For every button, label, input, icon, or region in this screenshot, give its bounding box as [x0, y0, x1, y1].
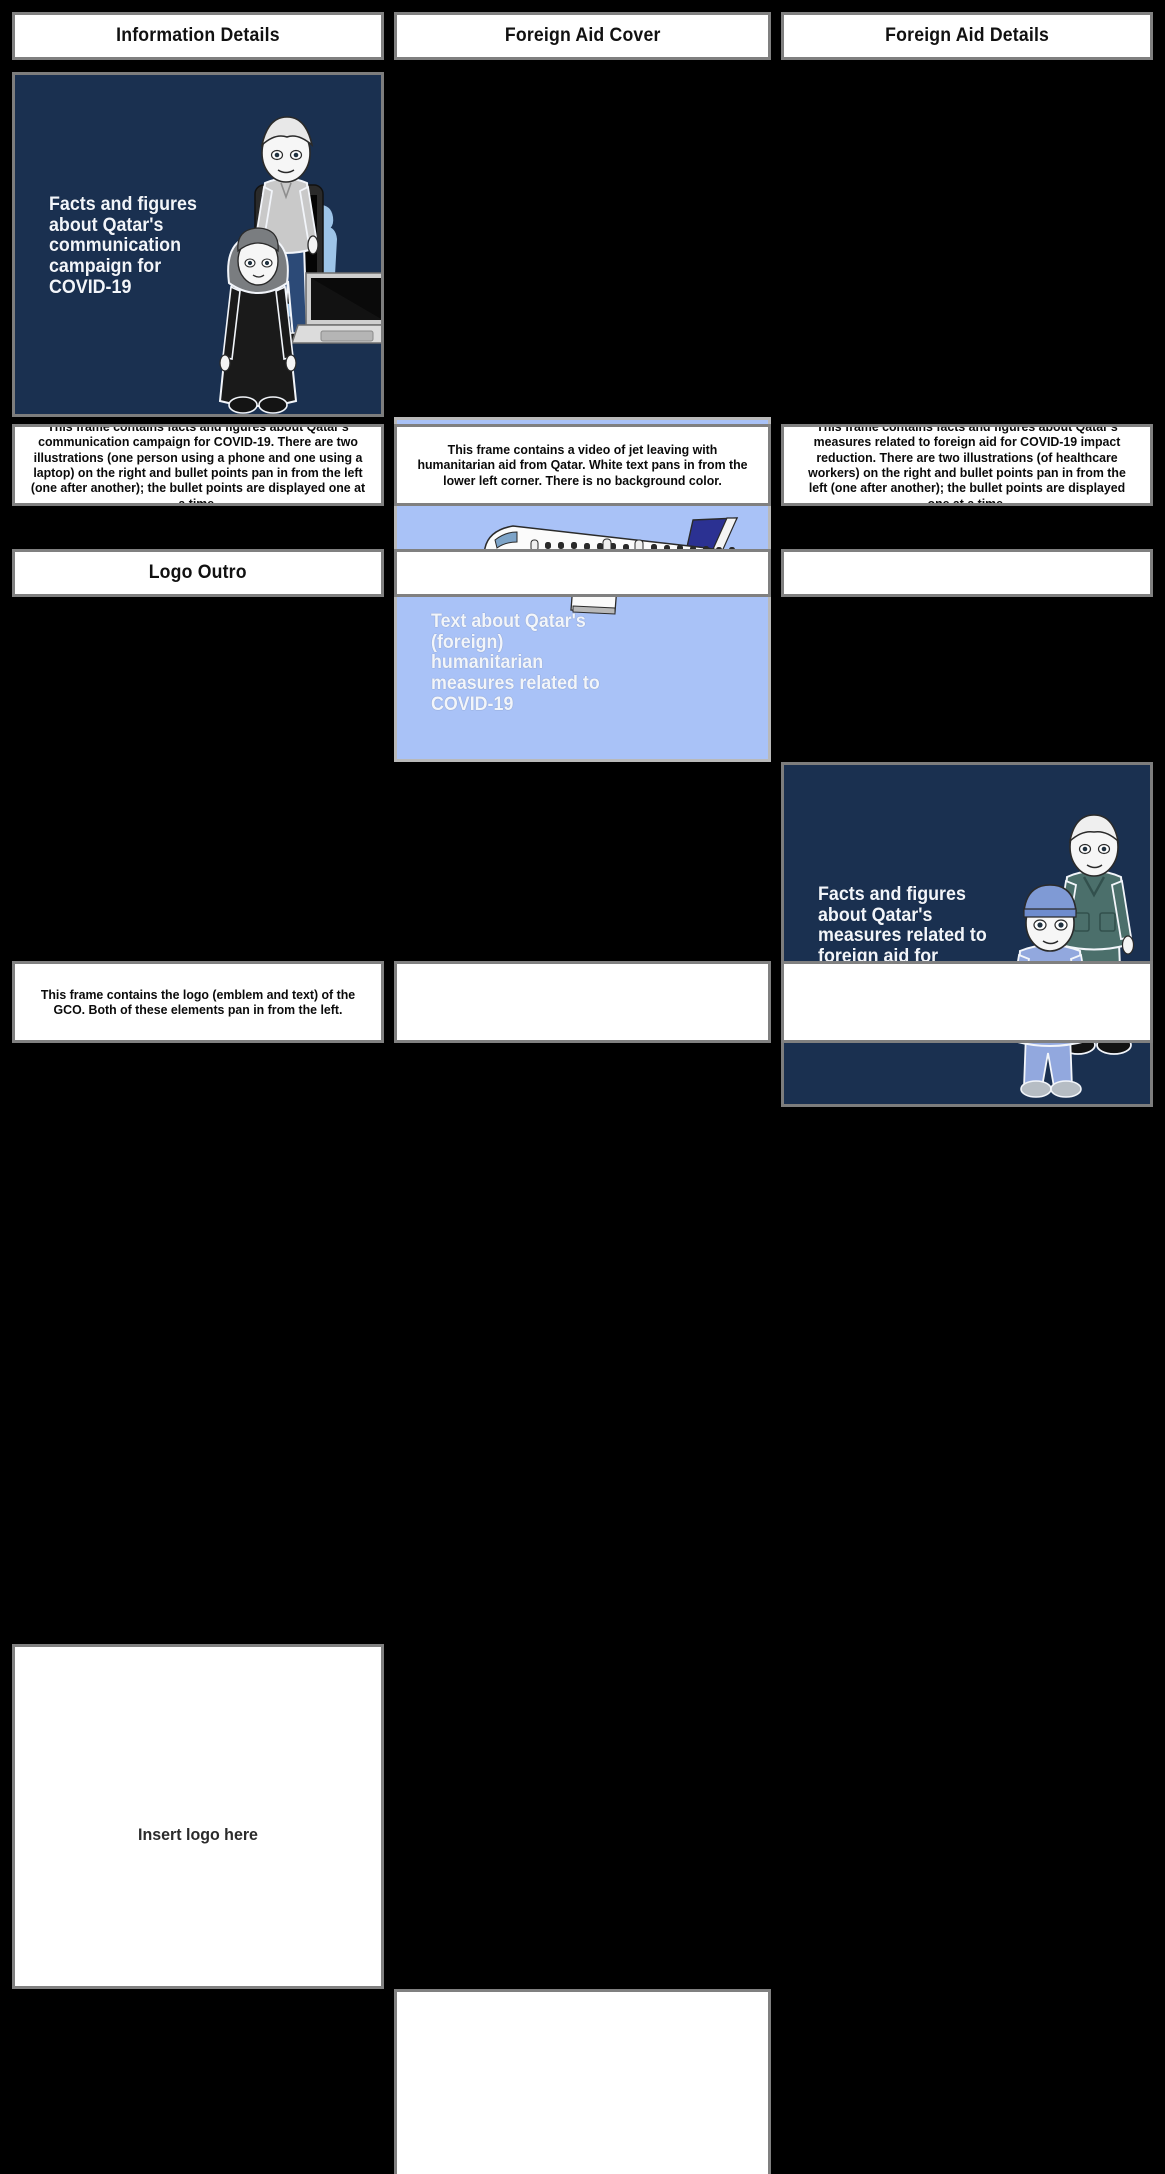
caption-cell-foreign-aid-cover[interactable]: This frame contains a video of jet leavi…	[394, 424, 771, 506]
frame-overlay-text: Text about Qatar's (foreign) humanitaria…	[431, 611, 600, 715]
frame-cell-logo-outro[interactable]: Insert logo here	[12, 1644, 384, 1989]
title-label: Foreign Aid Details	[885, 25, 1049, 46]
frame-cell-empty-2[interactable]	[394, 1989, 771, 2174]
caption-cell-logo-outro[interactable]: This frame contains the logo (emblem and…	[12, 961, 384, 1043]
frame-artwork-empty	[15, 1647, 381, 1986]
caption-text: This frame contains the logo (emblem and…	[40, 986, 356, 1017]
caption-text: This frame contains facts and figures ab…	[808, 424, 1126, 506]
frame-overlay-text: Facts and figures about Qatar's communic…	[49, 194, 197, 298]
title-label: Foreign Aid Cover	[504, 25, 661, 46]
caption-cell-empty-3[interactable]	[781, 961, 1153, 1043]
title-cell-foreign-aid-details[interactable]: Foreign Aid Details	[781, 12, 1153, 60]
frame-artwork-empty	[397, 1992, 768, 2174]
caption-cell-information-details[interactable]: This frame contains facts and figures ab…	[12, 424, 384, 506]
title-cell-foreign-aid-cover[interactable]: Foreign Aid Cover	[394, 12, 771, 60]
title-label: Information Details	[116, 25, 280, 46]
title-cell-logo-outro[interactable]: Logo Outro	[12, 549, 384, 597]
title-label: Logo Outro	[148, 562, 248, 583]
title-cell-information-details[interactable]: Information Details	[12, 12, 384, 60]
laptop-icon	[290, 272, 381, 344]
person-standing-woman-illustration	[218, 227, 298, 414]
caption-cell-foreign-aid-details[interactable]: This frame contains facts and figures ab…	[781, 424, 1153, 506]
title-cell-empty-2[interactable]	[394, 549, 771, 597]
caption-text: This frame contains facts and figures ab…	[30, 424, 366, 506]
logo-placeholder-text: Insert logo here	[138, 1825, 258, 1844]
frame-cell-foreign-aid-details[interactable]: Facts and figures about Qatar's measures…	[781, 762, 1153, 1107]
storyboard-canvas: Information Details Foreign Aid Cover Fo…	[0, 0, 1165, 2174]
caption-cell-empty-2[interactable]	[394, 961, 771, 1043]
caption-text: This frame contains a video of jet leavi…	[417, 442, 748, 488]
frame-cell-information-details[interactable]: Facts and figures about Qatar's communic…	[12, 72, 384, 417]
title-cell-empty-3[interactable]	[781, 549, 1153, 597]
